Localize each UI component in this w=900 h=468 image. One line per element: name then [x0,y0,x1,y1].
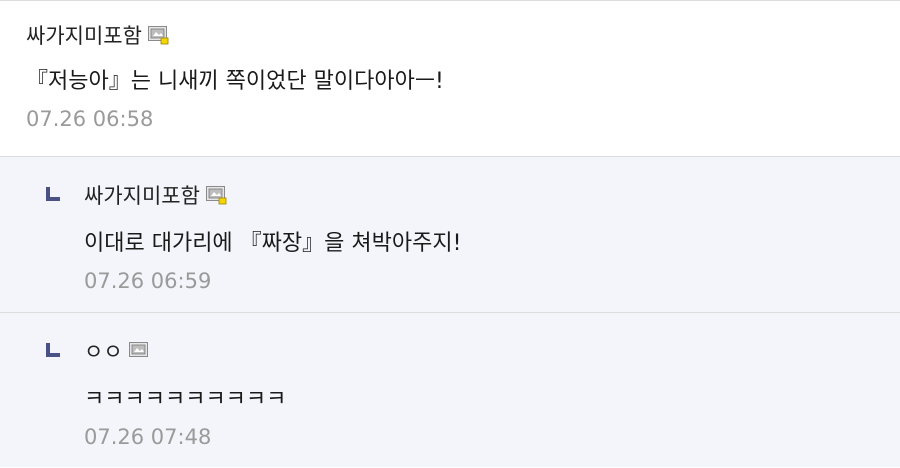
image-attachment-icon[interactable] [147,25,169,45]
comment-text: ㅋㅋㅋㅋㅋㅋㅋㅋㅋㅋ [84,387,287,412]
comment-text: 『저능아』는 니새끼 쪽이었단 말이다아아ㅡ! [26,69,444,94]
comment-header: ㅇㅇ [84,337,900,365]
comment-timestamp: 07.26 06:59 [84,269,212,293]
reply-arrow-icon [46,187,60,201]
comment-text: 이대로 대가리에 『짜장』을 쳐박아주지! [84,231,462,256]
image-attachment-icon[interactable] [205,185,227,205]
reply-arrow-icon [46,343,60,357]
comment-timestamp: 07.26 06:58 [26,107,154,131]
comment-author[interactable]: 싸가지미포함 [26,20,142,50]
comment-author[interactable]: 싸가지미포함 [84,180,200,210]
comment-author[interactable]: ㅇㅇ [84,336,123,366]
comment-item: 싸가지미포함 『저능아』는 니새끼 쪽이었단 말이다아아ㅡ! 07.26 06:… [0,1,900,157]
image-attachment-icon[interactable] [128,341,150,361]
reply-item: ㅇㅇ ㅋㅋㅋㅋㅋㅋㅋㅋㅋㅋ 07.26 07:48 [0,313,900,467]
reply-item: 싸가지미포함 이대로 대가리에 『짜장』을 쳐박아주지! 07.26 06:59 [0,157,900,313]
comment-list: 싸가지미포함 『저능아』는 니새끼 쪽이었단 말이다아아ㅡ! 07.26 06:… [0,0,900,468]
comment-header: 싸가지미포함 [26,21,900,49]
comment-timestamp: 07.26 07:48 [84,425,212,449]
comment-header: 싸가지미포함 [84,181,900,209]
